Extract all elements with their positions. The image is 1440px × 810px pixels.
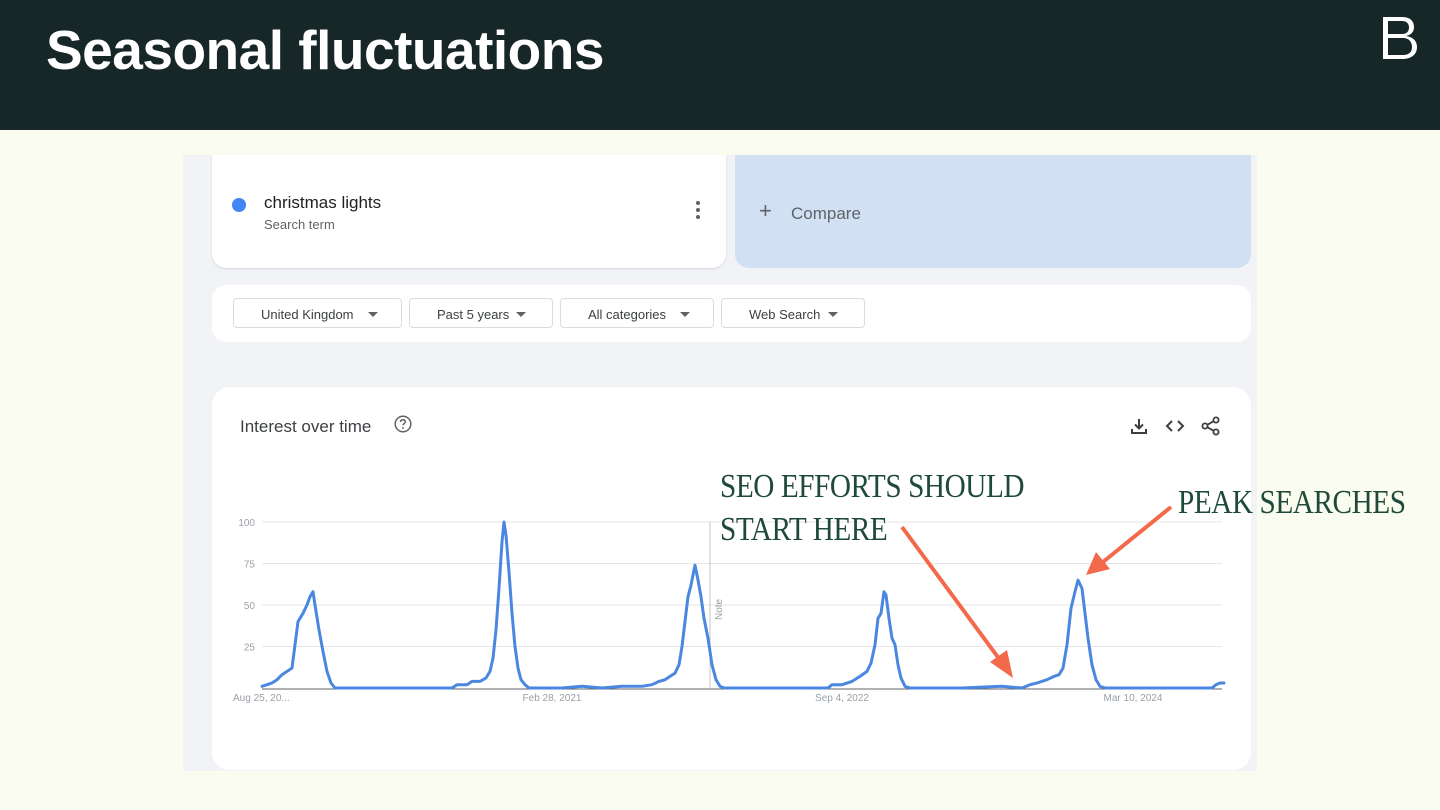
seo-annotation-line-2: START HERE: [720, 511, 888, 548]
seo-annotation-line-1: SEO EFFORTS SHOULD: [720, 468, 1025, 505]
x-tick-label: Mar 10, 2024: [1104, 693, 1163, 704]
peak-annotation: PEAK SEARCHES: [1178, 484, 1406, 521]
peak-arrow: [1101, 505, 1173, 564]
x-tick-label: Sep 4, 2022: [815, 693, 869, 704]
y-tick-label: 50: [244, 601, 256, 612]
x-tick-label: Aug 25, 20...: [233, 693, 290, 704]
interest-line-chart: 25 50 75 100 Note Aug 25, 20... Feb 28, 2021 Se…: [233, 505, 1226, 704]
y-tick-label: 100: [238, 518, 255, 529]
seo-arrow: [900, 525, 1002, 662]
y-tick-label: 75: [244, 560, 256, 571]
x-tick-label: Feb 28, 2021: [523, 693, 582, 704]
note-label: Note: [714, 598, 725, 620]
y-tick-label: 25: [244, 643, 256, 654]
